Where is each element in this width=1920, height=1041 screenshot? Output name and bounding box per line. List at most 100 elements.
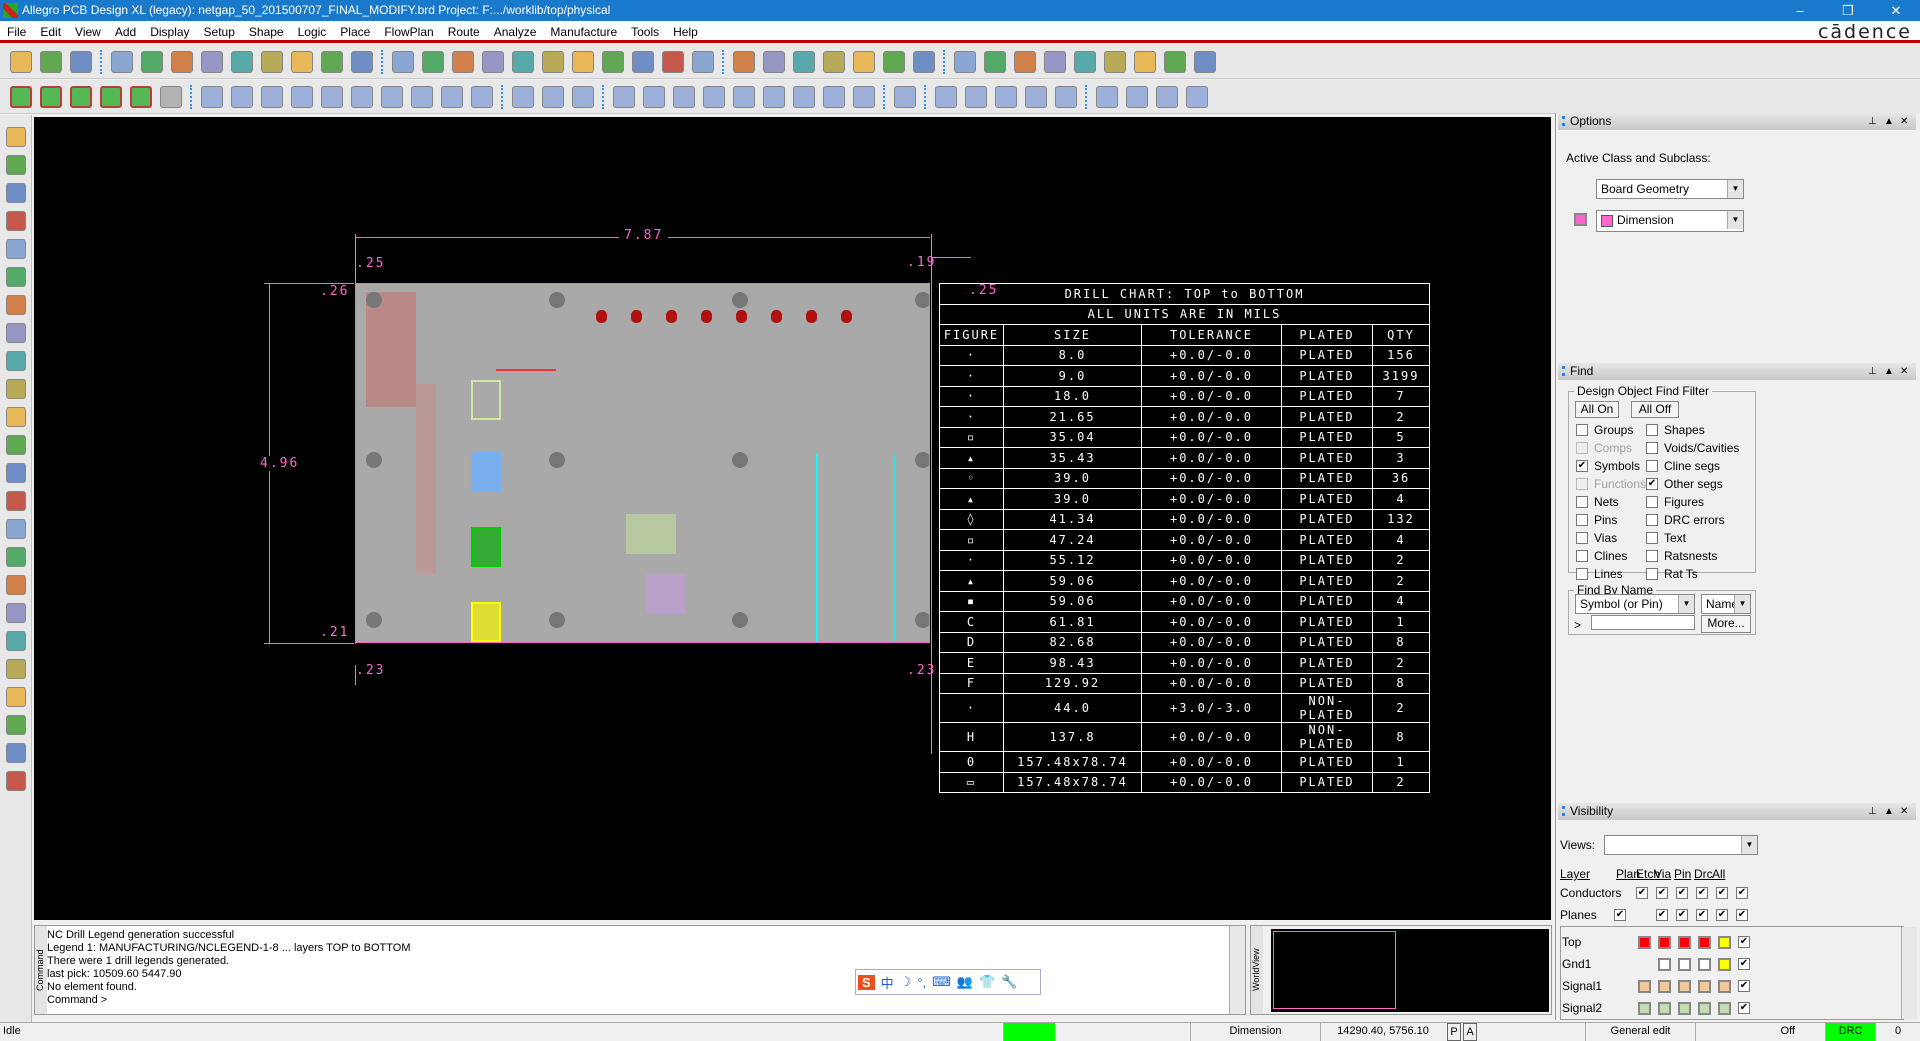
vis-group-checkbox[interactable]: ✔ xyxy=(1676,909,1688,921)
move-icon[interactable] xyxy=(111,50,133,73)
toggle-icon[interactable] xyxy=(1194,50,1216,73)
vis-group-checkbox[interactable]: ✔ xyxy=(1716,887,1728,899)
vis-column-layer[interactable]: Layer xyxy=(1560,867,1590,881)
help-icon[interactable] xyxy=(1186,85,1208,108)
hourglass-icon[interactable] xyxy=(1164,50,1186,73)
find-name-select[interactable]: Name ▼ xyxy=(1701,594,1751,614)
line-icon[interactable] xyxy=(5,435,26,455)
circle-icon[interactable] xyxy=(411,85,433,108)
place-icon-5[interactable] xyxy=(130,85,152,108)
delete-shape-icon[interactable] xyxy=(471,85,493,108)
add-frect-icon[interactable] xyxy=(321,85,343,108)
class-select[interactable]: Board Geometry ▼ xyxy=(1596,179,1744,199)
select-icon[interactable] xyxy=(291,85,313,108)
vis-group-checkbox[interactable]: ✔ xyxy=(1696,887,1708,899)
route-d-icon[interactable] xyxy=(5,631,26,651)
place-icon-3[interactable] xyxy=(70,85,92,108)
check-icon[interactable] xyxy=(1025,85,1047,108)
report-icon[interactable] xyxy=(984,50,1006,73)
etch-icon[interactable] xyxy=(853,50,875,73)
checkbox-functions[interactable] xyxy=(1576,478,1588,490)
ratsnest-icon[interactable] xyxy=(392,50,414,73)
route-f-icon[interactable] xyxy=(5,687,26,707)
close-icon[interactable]: ✕ xyxy=(1900,803,1908,820)
copy-icon[interactable] xyxy=(141,50,163,73)
status-a-button[interactable]: A xyxy=(1463,1023,1477,1041)
menu-view[interactable]: View xyxy=(68,21,108,39)
book-icon[interactable] xyxy=(965,85,987,108)
zoom-prev-icon[interactable] xyxy=(572,50,594,73)
dehighlight-icon[interactable] xyxy=(1104,50,1126,73)
checkbox-lines[interactable] xyxy=(1576,568,1588,580)
add-circle-icon[interactable] xyxy=(261,85,283,108)
close-icon[interactable]: ✕ xyxy=(1900,363,1908,380)
close-button[interactable]: ✕ xyxy=(1876,0,1916,21)
minimize-button[interactable]: – xyxy=(1780,0,1820,21)
checkbox-groups[interactable] xyxy=(1576,424,1588,436)
checkbox-cline-segs[interactable] xyxy=(1646,460,1658,472)
sogou-logo-icon[interactable]: S xyxy=(858,974,875,990)
checkbox-pins[interactable] xyxy=(1576,514,1588,526)
menu-display[interactable]: Display xyxy=(143,21,196,39)
checkbox-shapes[interactable] xyxy=(1646,424,1658,436)
all-on-button[interactable]: All On xyxy=(1575,401,1619,418)
vis-column-drc[interactable]: Drc xyxy=(1694,867,1713,881)
menu-add[interactable]: Add xyxy=(108,21,143,39)
checkbox-symbols[interactable]: ✔ xyxy=(1576,460,1588,472)
route-icon[interactable] xyxy=(894,85,916,108)
vis-group-checkbox[interactable]: ✔ xyxy=(1716,909,1728,921)
all-off-button[interactable]: All Off xyxy=(1631,401,1679,418)
layer-icon[interactable] xyxy=(793,50,815,73)
checkbox-vias[interactable] xyxy=(1576,532,1588,544)
grid-array-icon[interactable] xyxy=(853,85,875,108)
ime-tool-icon[interactable]: 中 xyxy=(881,973,894,992)
menu-manufacture[interactable]: Manufacture xyxy=(543,21,624,39)
measure-icon[interactable] xyxy=(542,85,564,108)
odb-icon[interactable] xyxy=(613,85,635,108)
checkbox-other-segs[interactable]: ✔ xyxy=(1646,478,1658,490)
highlight-icon[interactable] xyxy=(1044,50,1066,73)
wrench-icon[interactable] xyxy=(1055,85,1077,108)
redo-down2-icon[interactable] xyxy=(291,50,313,73)
board-outline-icon[interactable] xyxy=(793,85,815,108)
vis-column-via[interactable]: Via xyxy=(1654,867,1671,881)
zoom-out-icon[interactable] xyxy=(542,50,564,73)
shape-slot-icon[interactable] xyxy=(441,85,463,108)
collapse-icon[interactable]: ▲ xyxy=(1884,363,1894,380)
delete-icon[interactable] xyxy=(171,50,193,73)
grid-icon[interactable] xyxy=(422,50,444,73)
menu-place[interactable]: Place xyxy=(333,21,377,39)
ime-toolbar[interactable]: S 中 ☽ °, ⌨ 👥 👕 🔧 xyxy=(855,969,1041,995)
collapse-icon[interactable]: ▲ xyxy=(1884,113,1894,130)
drc-box-icon[interactable] xyxy=(512,85,534,108)
grid-toggle-icon[interactable] xyxy=(733,50,755,73)
disabled-icon[interactable] xyxy=(160,85,182,108)
status-p-button[interactable]: P xyxy=(1447,1023,1461,1041)
pin-icon[interactable]: ⊥ xyxy=(1868,363,1877,380)
arc-icon[interactable] xyxy=(351,85,373,108)
route-g-icon[interactable] xyxy=(5,715,26,735)
world-view-canvas[interactable] xyxy=(1271,929,1549,1012)
spread-icon[interactable] xyxy=(5,323,26,343)
add-line-icon[interactable] xyxy=(201,85,223,108)
view-extent-box[interactable] xyxy=(1273,931,1396,1009)
checkbox-rat-ts[interactable] xyxy=(1646,568,1658,580)
ime-tool-icon[interactable]: ☽ xyxy=(900,974,912,990)
pin-icon[interactable] xyxy=(351,50,373,73)
bars-icon[interactable] xyxy=(1134,50,1156,73)
checkbox-clines[interactable] xyxy=(1576,550,1588,562)
rect-icon[interactable] xyxy=(381,85,403,108)
sun-icon[interactable] xyxy=(1074,50,1096,73)
command-scrollbar[interactable] xyxy=(1229,926,1245,1014)
vis-group-checkbox[interactable]: ✔ xyxy=(1736,887,1748,899)
ime-tool-icon[interactable]: 👥 xyxy=(957,974,973,990)
subclass-color-swatch[interactable] xyxy=(1574,213,1587,226)
ime-tool-icon[interactable]: ⌨ xyxy=(932,974,951,990)
ime-tool-icon[interactable]: °, xyxy=(917,975,926,990)
menu-help[interactable]: Help xyxy=(666,21,705,39)
flip-icon[interactable] xyxy=(692,50,714,73)
place-manual-icon[interactable] xyxy=(5,127,26,147)
add-connect-icon[interactable] xyxy=(5,211,26,231)
checkbox-nets[interactable] xyxy=(1576,496,1588,508)
window-icon[interactable] xyxy=(1096,85,1118,108)
